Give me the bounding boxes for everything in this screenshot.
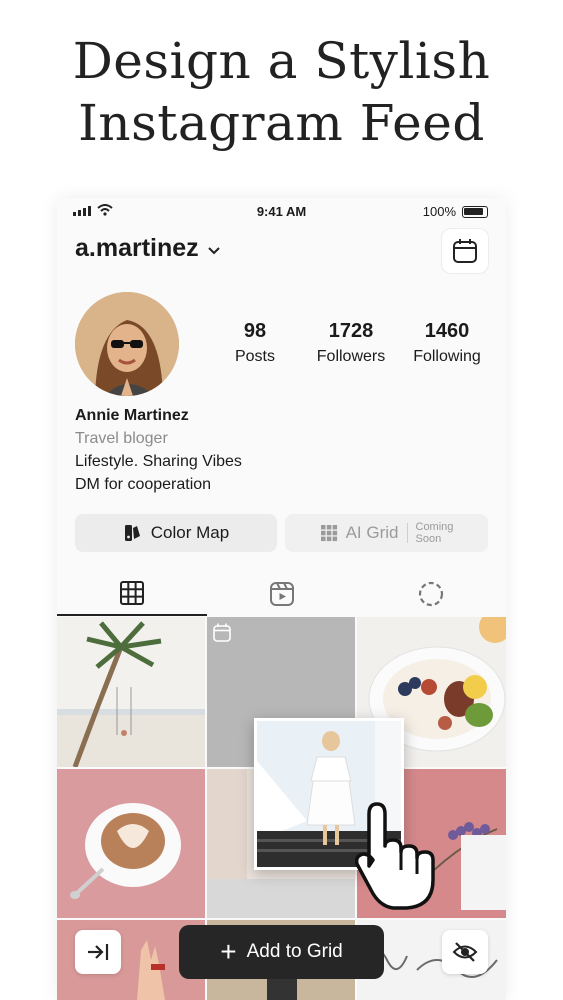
ai-grid-label: AI Grid	[345, 523, 399, 542]
stat-value: 1728	[328, 320, 374, 342]
collapse-arrow-icon	[88, 944, 109, 960]
add-to-grid-label: Add to Grid	[246, 941, 343, 962]
calendar-button[interactable]	[441, 228, 489, 274]
chevron-down-icon	[207, 243, 221, 259]
hide-button[interactable]	[442, 930, 488, 974]
status-bar: 9:41 AM 100%	[57, 198, 506, 224]
ai-grid-button[interactable]: AI Grid Coming Soon	[285, 514, 488, 552]
stat-value: 98	[243, 320, 267, 342]
stat-label: Followers	[316, 348, 386, 365]
color-map-button[interactable]: Color Map	[75, 514, 277, 552]
coming-soon-line-1: Coming	[415, 521, 454, 533]
battery-text: 100%	[422, 204, 456, 219]
plus-icon: +	[220, 936, 237, 967]
bio-line: DM for cooperation	[75, 476, 212, 493]
tab-stories[interactable]	[356, 572, 506, 616]
stat-following[interactable]: 1460 Following	[399, 320, 495, 366]
grid-photo[interactable]	[57, 617, 205, 767]
profile-bio: Annie Martinez Travel bloger Lifestyle. …	[75, 404, 242, 496]
hand-pointer-icon	[355, 802, 435, 910]
profile-tabs	[57, 572, 506, 616]
profile-name: Annie Martinez	[75, 407, 189, 424]
profile-stats: 98 Posts 1728 Followers 1460 Following	[207, 320, 497, 366]
stat-value: 1460	[424, 320, 470, 342]
grid-icon	[119, 581, 144, 605]
username: a.martinez	[75, 234, 199, 262]
phone-screen: 9:41 AM 100% a.martinez 98 Posts 1728 Fo…	[57, 198, 506, 1000]
stat-posts[interactable]: 98 Posts	[207, 320, 303, 366]
eye-off-icon	[452, 942, 478, 962]
stat-label: Following	[413, 348, 481, 365]
stat-label: Posts	[234, 348, 275, 365]
coming-soon-line-2: Soon	[415, 533, 442, 545]
tab-reels[interactable]	[207, 572, 357, 616]
collapse-button[interactable]	[75, 930, 121, 974]
coming-soon-badge: Coming Soon	[416, 521, 454, 545]
tab-grid[interactable]	[57, 572, 207, 616]
reels-icon	[269, 582, 294, 606]
avatar[interactable]	[75, 292, 179, 396]
grid-photo[interactable]	[57, 769, 205, 918]
calendar-icon	[453, 239, 477, 263]
palette-icon	[124, 525, 140, 541]
account-switcher[interactable]: a.martinez	[75, 234, 221, 263]
headline: Design a Stylish Instagram Feed	[0, 30, 563, 154]
headline-line-1: Design a Stylish	[72, 32, 491, 90]
bio-line: Lifestyle. Sharing Vibes	[75, 453, 242, 470]
add-to-grid-button[interactable]: + Add to Grid	[179, 925, 384, 979]
headline-line-2: Instagram Feed	[78, 94, 485, 152]
grid-dots-icon	[320, 525, 337, 542]
profile-category: Travel bloger	[75, 430, 168, 447]
battery-icon	[462, 206, 488, 218]
stat-followers[interactable]: 1728 Followers	[303, 320, 399, 366]
loading-circle-icon	[419, 581, 444, 607]
color-map-label: Color Map	[150, 523, 230, 542]
divider	[406, 523, 408, 543]
